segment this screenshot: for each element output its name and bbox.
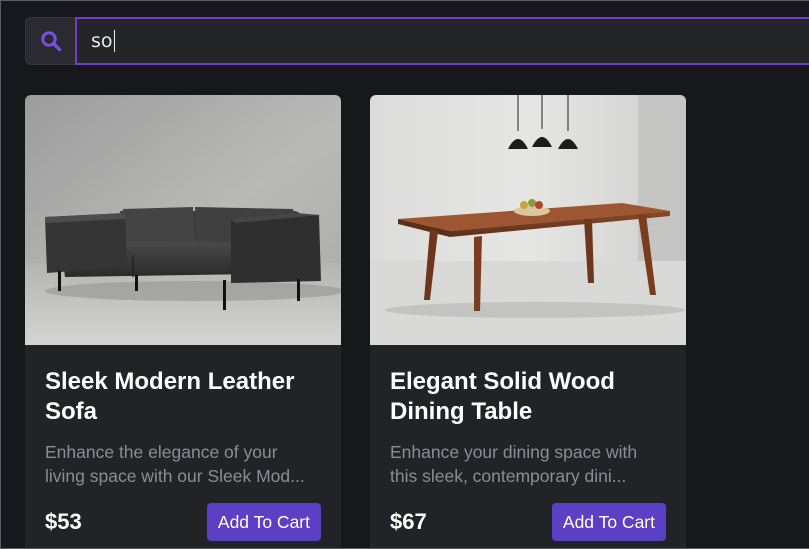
- product-price: $67: [390, 509, 427, 534]
- app-window: so Sleek Modern Leather Sofa Enhance the…: [0, 0, 809, 549]
- add-to-cart-button[interactable]: Add To Cart: [551, 503, 666, 541]
- add-to-cart-button[interactable]: Add To Cart: [206, 503, 321, 541]
- product-title: Elegant Solid Wood Dining Table: [390, 368, 615, 425]
- search-input[interactable]: so: [75, 17, 809, 65]
- search-input-value: so: [91, 30, 113, 52]
- product-card[interactable]: Sleek Modern Leather Sofa Enhance the el…: [25, 95, 341, 548]
- leather-sofa-photo: [25, 95, 341, 345]
- product-price: $53: [45, 509, 82, 534]
- search-bar: so: [25, 17, 809, 65]
- product-description: Enhance the elegance of your living spac…: [45, 442, 305, 486]
- product-card[interactable]: Elegant Solid Wood Dining Table Enhance …: [370, 95, 686, 548]
- product-description: Enhance your dining space with this slee…: [390, 442, 638, 486]
- dining-table-photo: [370, 95, 686, 345]
- search-button[interactable]: [25, 17, 75, 65]
- product-title: Sleek Modern Leather Sofa: [45, 368, 295, 425]
- search-icon: [40, 31, 61, 52]
- text-caret: [113, 30, 115, 52]
